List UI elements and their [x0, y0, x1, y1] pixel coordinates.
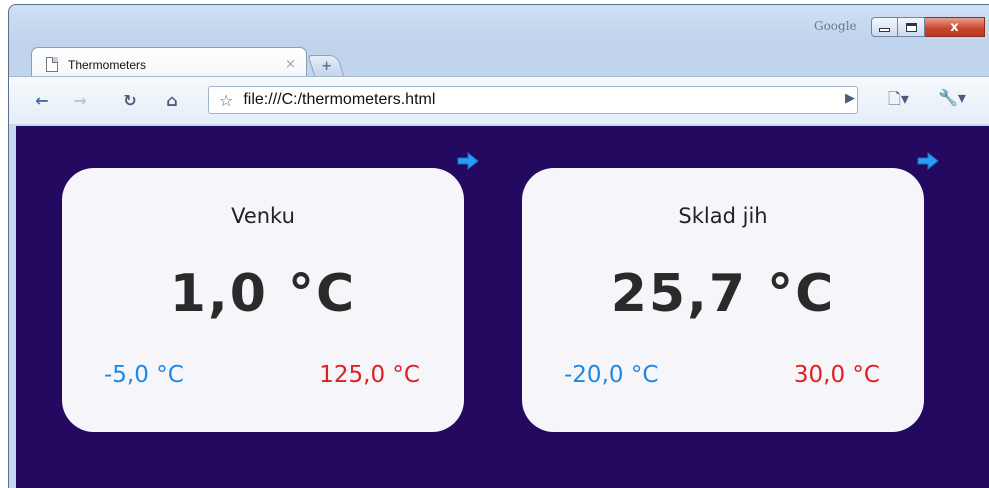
- maximize-button[interactable]: [898, 17, 925, 37]
- google-search-mark: Google: [814, 19, 857, 33]
- max-temperature: 30,0 °C: [793, 362, 880, 388]
- address-bar[interactable]: ☆ file:///C:/thermometers.html: [208, 86, 858, 114]
- min-temperature: -20,0 °C: [564, 362, 659, 388]
- reload-icon[interactable]: ↻: [118, 88, 142, 112]
- current-temperature: 25,7 °C: [610, 264, 836, 324]
- close-icon: x: [950, 19, 959, 35]
- tab-close-icon[interactable]: ×: [285, 57, 296, 72]
- page-menu-icon[interactable]: 🗋▾: [888, 88, 909, 115]
- min-temperature: -5,0 °C: [104, 362, 184, 388]
- arrow-right-icon[interactable]: [456, 152, 480, 170]
- arrow-right-icon[interactable]: [916, 152, 940, 170]
- minimize-icon: [879, 28, 890, 32]
- current-temperature: 1,0 °C: [169, 264, 357, 324]
- thermometer-card: Venku 1,0 °C -5,0 °C 125,0 °C: [62, 168, 464, 432]
- go-icon[interactable]: ▶: [845, 91, 855, 106]
- home-icon[interactable]: ⌂: [160, 88, 184, 112]
- thermometer-name: Venku: [231, 204, 295, 228]
- plus-icon: +: [320, 58, 332, 74]
- wrench-icon[interactable]: 🔧▾: [938, 88, 966, 107]
- new-tab-button[interactable]: +: [307, 55, 345, 77]
- tab-title: Thermometers: [68, 57, 147, 72]
- page-content: Venku 1,0 °C -5,0 °C 125,0 °C Sklad jih …: [16, 126, 989, 488]
- thermometer-name: Sklad jih: [678, 204, 768, 228]
- star-icon[interactable]: ☆: [219, 91, 233, 110]
- forward-icon[interactable]: →: [68, 88, 92, 112]
- thermometer-card: Sklad jih 25,7 °C -20,0 °C 30,0 °C: [522, 168, 924, 432]
- url-text[interactable]: file:///C:/thermometers.html: [243, 91, 435, 109]
- back-icon[interactable]: ←: [30, 88, 54, 112]
- maximize-icon: [905, 22, 917, 32]
- minimize-button[interactable]: [871, 17, 898, 37]
- page-icon: [46, 57, 58, 72]
- close-window-button[interactable]: x: [925, 17, 985, 37]
- max-temperature: 125,0 °C: [319, 362, 420, 388]
